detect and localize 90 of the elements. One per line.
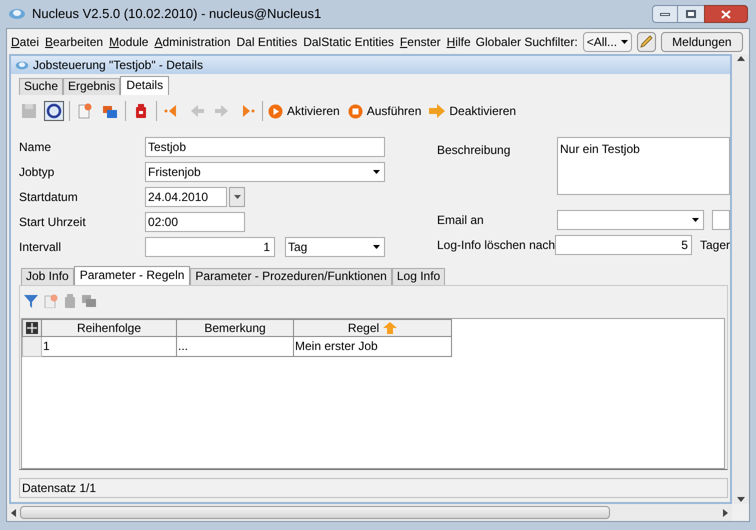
- input-field[interactable]: [712, 210, 730, 230]
- document-title: Jobsteuerung "Testjob" - Details: [33, 57, 203, 74]
- field-label: Jobtyp: [19, 164, 56, 181]
- toolbar-button[interactable]: [44, 101, 64, 121]
- next-icon: [214, 103, 230, 119]
- tab[interactable]: Ergebnis: [63, 78, 120, 95]
- unit-label: Tager: [700, 237, 730, 254]
- scroll-right-icon[interactable]: [723, 508, 728, 516]
- minimize-icon: [660, 12, 670, 16]
- email-dropdown[interactable]: [557, 210, 704, 230]
- date-field[interactable]: 24.04.2010: [145, 187, 227, 207]
- table-cell: 1: [42, 337, 177, 357]
- add-document-icon[interactable]: [44, 294, 58, 308]
- edit-button[interactable]: [636, 32, 656, 52]
- tab[interactable]: Log Info: [392, 268, 446, 285]
- menu-item[interactable]: Hilfe: [446, 32, 471, 50]
- date-picker-button[interactable]: [229, 187, 245, 207]
- document-logo-icon: [15, 60, 29, 70]
- messages-button[interactable]: Meldungen: [660, 32, 743, 52]
- table-cell: ...: [177, 337, 294, 357]
- close-icon: [721, 10, 731, 18]
- field-label: Start Uhrzeit: [19, 214, 87, 231]
- column-chooser-button[interactable]: [22, 319, 42, 337]
- tab[interactable]: Details: [120, 76, 170, 95]
- stop-icon: [348, 104, 363, 118]
- horizontal-scrollbar[interactable]: [7, 504, 732, 521]
- field-label: Email an: [437, 212, 485, 229]
- field-label: Intervall: [19, 239, 62, 256]
- refresh-icon: [46, 103, 62, 119]
- input-field[interactable]: 1: [145, 237, 275, 257]
- menu-item[interactable]: DalStatic Entities: [303, 32, 394, 50]
- save-icon: [21, 103, 37, 119]
- field-label: Beschreibung: [437, 142, 512, 159]
- caret-icon: [234, 195, 240, 199]
- field-label: Startdatum: [19, 189, 79, 206]
- input-field[interactable]: 5: [555, 235, 692, 255]
- dropdown[interactable]: Fristenjob: [145, 162, 385, 182]
- caret-icon: [373, 245, 380, 249]
- maximize-icon: [686, 10, 696, 18]
- menu-item[interactable]: Module: [109, 32, 148, 50]
- menu-item[interactable]: Fenster: [400, 32, 441, 50]
- field-label: Log-Info löschen nach: [437, 237, 556, 254]
- caret-icon: [692, 218, 699, 222]
- play-icon: [268, 104, 283, 118]
- new-document-icon: [77, 103, 93, 119]
- close-button[interactable]: [704, 5, 748, 23]
- minimize-button[interactable]: [652, 5, 678, 23]
- unit-dropdown[interactable]: Tag: [285, 237, 385, 257]
- app-logo-icon: [8, 7, 26, 21]
- tab[interactable]: Job Info: [21, 268, 74, 285]
- tab[interactable]: Parameter - Regeln: [74, 266, 190, 285]
- filter-icon[interactable]: [24, 294, 38, 308]
- menu-item[interactable]: Administration: [154, 32, 231, 50]
- status-bar: Datensatz 1/1: [19, 478, 728, 498]
- toolbar-button[interactable]: Aktivieren: [268, 102, 340, 120]
- scroll-thumb[interactable]: [20, 506, 610, 519]
- tab[interactable]: Suche: [19, 78, 64, 95]
- scroll-up-icon[interactable]: [736, 56, 744, 61]
- caret-icon: [373, 170, 380, 174]
- caret-icon: [620, 40, 628, 44]
- sort-arrow-icon: [383, 322, 398, 334]
- previous-icon: [189, 103, 205, 119]
- scroll-left-icon[interactable]: [11, 508, 16, 516]
- table-cell: Mein erster Job: [294, 337, 452, 357]
- toolbar-button[interactable]: Deaktivieren: [429, 102, 516, 120]
- scroll-down-icon[interactable]: [736, 497, 744, 502]
- menu-item[interactable]: Dal Entities: [236, 32, 298, 50]
- windows-icon: [102, 103, 118, 119]
- grid-icon: [26, 322, 38, 334]
- maximize-button[interactable]: [678, 5, 704, 23]
- arrow-right-icon: [429, 104, 446, 118]
- vertical-scrollbar[interactable]: [732, 54, 749, 504]
- copy-icon[interactable]: [82, 295, 96, 307]
- column-header[interactable]: Reihenfolge: [42, 319, 177, 337]
- filter-label: Globaler Suchfilter:: [476, 34, 578, 50]
- input-field[interactable]: Testjob: [145, 137, 385, 157]
- pencil-icon: [639, 34, 654, 48]
- menu-item[interactable]: Bearbeiten: [45, 32, 104, 50]
- column-header[interactable]: Bemerkung: [177, 319, 294, 337]
- menu-item[interactable]: Datei: [11, 32, 40, 50]
- filter-dropdown[interactable]: <All...: [582, 32, 632, 52]
- input-field[interactable]: 02:00: [145, 212, 245, 232]
- trash-icon[interactable]: [64, 294, 76, 308]
- field-label: Name: [19, 139, 52, 156]
- description-field[interactable]: Nur ein Testjob: [557, 137, 730, 195]
- tab[interactable]: Parameter - Prozeduren/Funktionen: [190, 268, 392, 285]
- column-header[interactable]: Regel: [294, 319, 452, 337]
- window-title: Nucleus V2.5.0 (10.02.2010) - nucleus@Nucleus1: [32, 5, 322, 24]
- delete-icon: [133, 103, 149, 119]
- toolbar-button[interactable]: Ausführen: [348, 102, 422, 120]
